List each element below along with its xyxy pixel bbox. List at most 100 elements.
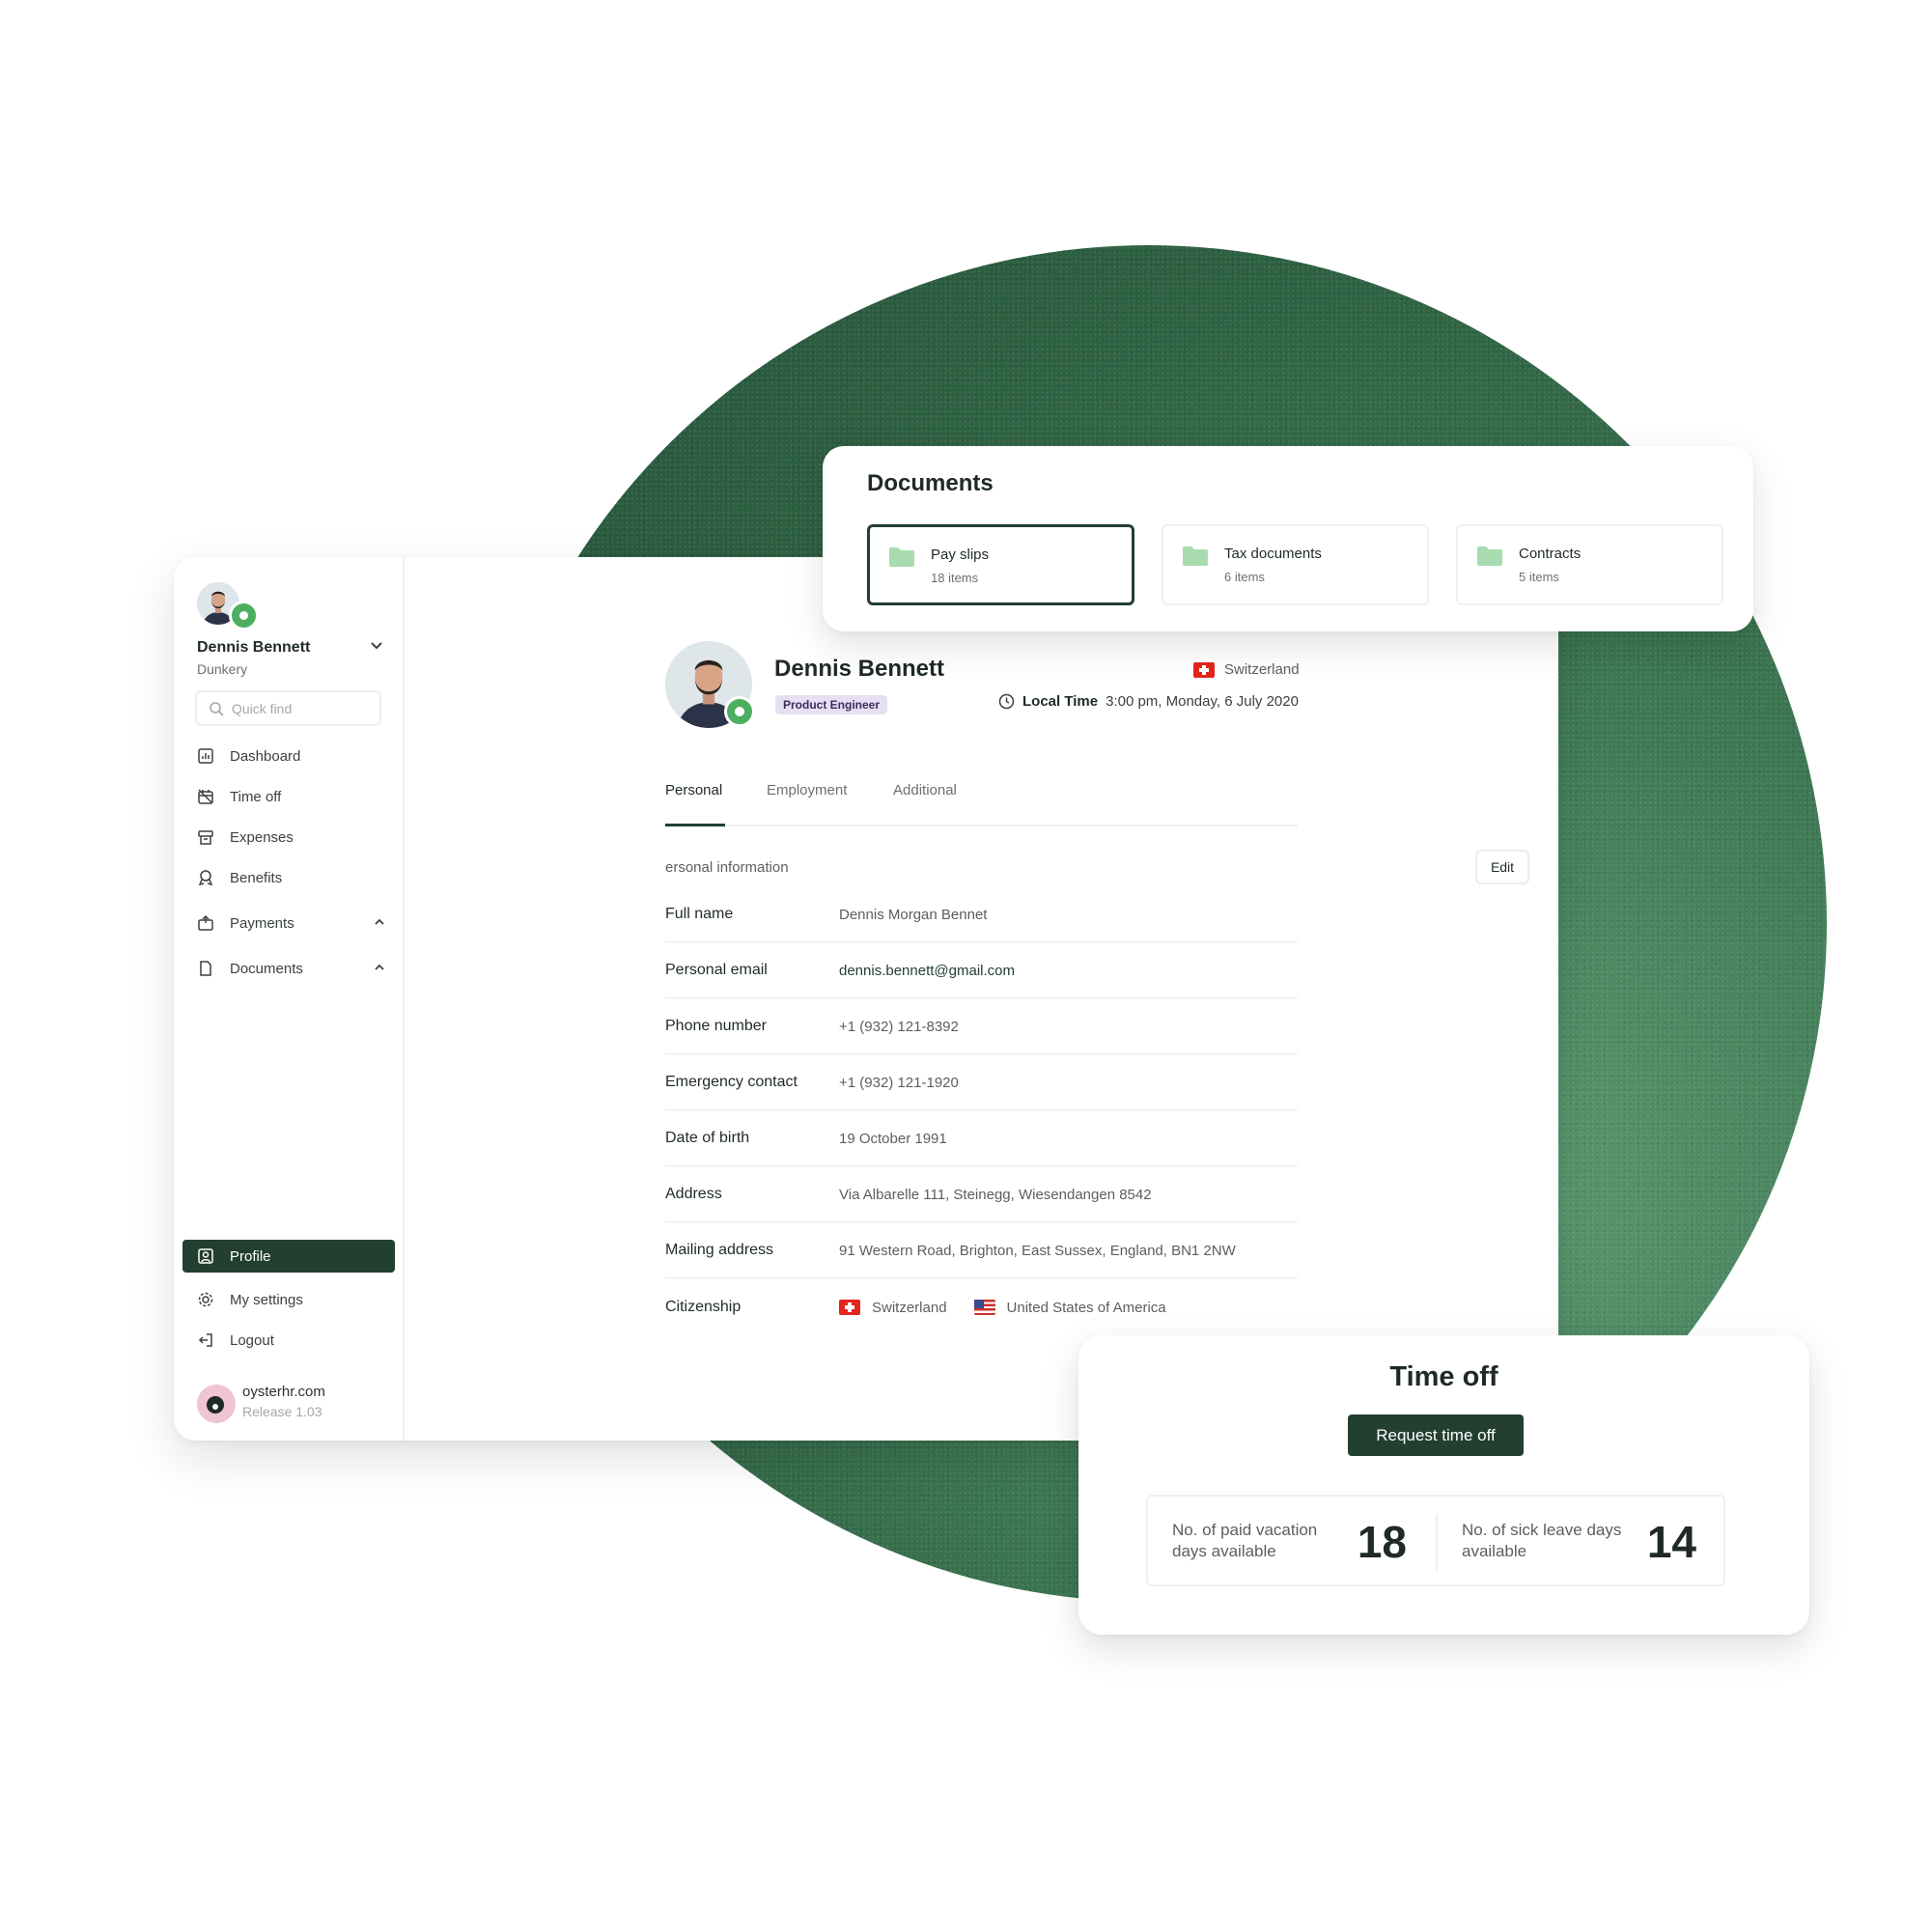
field-label: Personal email [665, 962, 768, 978]
profile-country-label: Switzerland [1224, 661, 1300, 678]
field-value: Dennis Morgan Bennet [839, 906, 988, 923]
sidebar-item-dashboard[interactable]: Dashboard [197, 747, 386, 765]
edit-button[interactable]: Edit [1475, 850, 1529, 884]
folder-icon [889, 547, 914, 567]
search-icon [210, 701, 224, 716]
status-badge [724, 696, 755, 727]
tab-employment[interactable]: Employment [767, 782, 847, 826]
documents-card: Documents Pay slips 18 items Tax documen… [823, 446, 1753, 631]
footer-site[interactable]: oysterhr.com [242, 1384, 325, 1400]
citizenship-value: United States of America [1006, 1299, 1166, 1316]
local-time: Local Time 3:00 pm, Monday, 6 July 2020 [998, 693, 1299, 710]
field-value: +1 (932) 121-1920 [839, 1074, 959, 1091]
field-phone-number: Phone number +1 (932) 121-8392 [665, 999, 1298, 1055]
field-label: Citizenship [665, 1299, 742, 1315]
folder-count: 18 items [931, 571, 979, 585]
field-citizenship: Citizenship Switzerland United States of… [665, 1279, 1298, 1335]
sidebar-item-logout[interactable]: Logout [197, 1331, 386, 1349]
status-badge [229, 601, 259, 630]
citizenship-value: Switzerland [872, 1299, 947, 1316]
footer-release: Release 1.03 [242, 1404, 322, 1419]
sidebar-item-documents[interactable]: Documents [197, 960, 386, 977]
sidebar-item-label: Benefits [230, 869, 283, 886]
field-personal-email: Personal email dennis.bennett@gmail.com [665, 943, 1298, 999]
search-input[interactable] [232, 700, 367, 716]
folder-name: Tax documents [1224, 546, 1322, 562]
sidebar-item-label: Dashboard [230, 747, 301, 765]
section-title: ersonal information [665, 859, 789, 876]
request-time-off-button[interactable]: Request time off [1348, 1414, 1524, 1456]
stat-label: No. of paid vacation days available [1172, 1521, 1318, 1560]
local-time-label: Local Time [1022, 693, 1099, 710]
field-value: +1 (932) 121-8392 [839, 1018, 959, 1035]
field-label: Phone number [665, 1018, 767, 1034]
usa-flag-icon [973, 1300, 995, 1315]
logout-icon [198, 1333, 212, 1347]
field-date-of-birth: Date of birth 19 October 1991 [665, 1111, 1298, 1167]
chart-icon [198, 748, 213, 764]
stat-value: 14 [1646, 1517, 1696, 1567]
documents-title: Documents [867, 470, 994, 496]
tab-personal[interactable]: Personal [665, 782, 725, 826]
folder-pay-slips[interactable]: Pay slips 18 items [867, 524, 1134, 605]
sidebar-user-name: Dennis Bennett [197, 639, 311, 656]
time-off-stats: No. of paid vacation days available 18 N… [1146, 1495, 1725, 1586]
field-label: Date of birth [665, 1130, 750, 1146]
field-value: 91 Western Road, Brighton, East Sussex, … [839, 1242, 1236, 1259]
sidebar-item-benefits[interactable]: Benefits [197, 869, 386, 886]
folder-contracts[interactable]: Contracts 5 items [1456, 524, 1723, 605]
sidebar-item-label: Time off [230, 788, 282, 805]
calendar-off-icon [198, 789, 213, 804]
field-address: Address Via Albarelle 111, Steinegg, Wie… [665, 1167, 1298, 1223]
gear-icon [198, 1292, 213, 1307]
wallet-icon [198, 914, 213, 931]
quick-find-search[interactable] [195, 690, 381, 726]
role-badge: Product Engineer [775, 695, 888, 714]
sidebar-item-payments[interactable]: Payments [197, 914, 386, 932]
field-mailing-address: Mailing address 91 Western Road, Brighto… [665, 1223, 1298, 1279]
chevron-down-icon[interactable] [369, 637, 384, 653]
sidebar-item-label: Logout [230, 1331, 274, 1349]
sidebar-item-settings[interactable]: My settings [197, 1291, 386, 1308]
clock-icon [998, 693, 1015, 710]
time-off-card: Time off Request time off No. of paid va… [1078, 1335, 1809, 1635]
field-value: 19 October 1991 [839, 1130, 947, 1147]
email-link[interactable]: dennis.bennett@gmail.com [839, 963, 1015, 979]
ribbon-icon [198, 870, 213, 886]
stat-vacation-days: No. of paid vacation days available 18 [1148, 1497, 1436, 1584]
citizenship-values: Switzerland United States of America [839, 1300, 1166, 1316]
user-square-icon [198, 1248, 213, 1264]
receipt-icon [198, 830, 213, 845]
field-value: Via Albarelle 111, Steinegg, Wiesendange… [839, 1186, 1152, 1203]
profile-name: Dennis Bennett [774, 656, 945, 682]
sidebar-item-label: Expenses [230, 828, 294, 846]
field-label: Address [665, 1186, 722, 1202]
field-label: Emergency contact [665, 1074, 798, 1090]
field-label: Mailing address [665, 1242, 774, 1258]
sidebar-item-profile[interactable]: Profile [182, 1240, 395, 1273]
chevron-up-icon[interactable] [373, 915, 386, 929]
sidebar-item-label: Payments [230, 914, 294, 932]
folder-tax-documents[interactable]: Tax documents 6 items [1162, 524, 1429, 605]
field-emergency-contact: Emergency contact +1 (932) 121-1920 [665, 1055, 1298, 1111]
stat-value: 18 [1357, 1517, 1407, 1567]
chevron-up-icon[interactable] [373, 961, 386, 974]
field-label: Full name [665, 906, 734, 922]
document-icon [200, 961, 211, 976]
app-window: Dennis Bennett Dunkery Dashboard Time of… [174, 557, 1558, 1441]
local-time-value: 3:00 pm, Monday, 6 July 2020 [1106, 693, 1299, 710]
folder-count: 6 items [1224, 570, 1265, 584]
folder-name: Contracts [1519, 546, 1582, 562]
profile-tabs: Personal Employment Additional [665, 782, 1298, 826]
sidebar-company: Dunkery [197, 661, 248, 677]
folder-icon [1477, 546, 1502, 566]
time-off-title: Time off [1389, 1361, 1498, 1392]
tab-additional[interactable]: Additional [893, 782, 957, 826]
sidebar-item-label: My settings [230, 1291, 303, 1308]
sidebar-item-expenses[interactable]: Expenses [197, 828, 386, 846]
switzerland-flag-icon [1193, 661, 1215, 678]
folder-count: 5 items [1519, 570, 1559, 584]
sidebar-item-time-off[interactable]: Time off [197, 788, 386, 805]
stat-sick-leave-days: No. of sick leave days available 14 [1438, 1497, 1725, 1584]
oyster-logo [197, 1385, 236, 1423]
